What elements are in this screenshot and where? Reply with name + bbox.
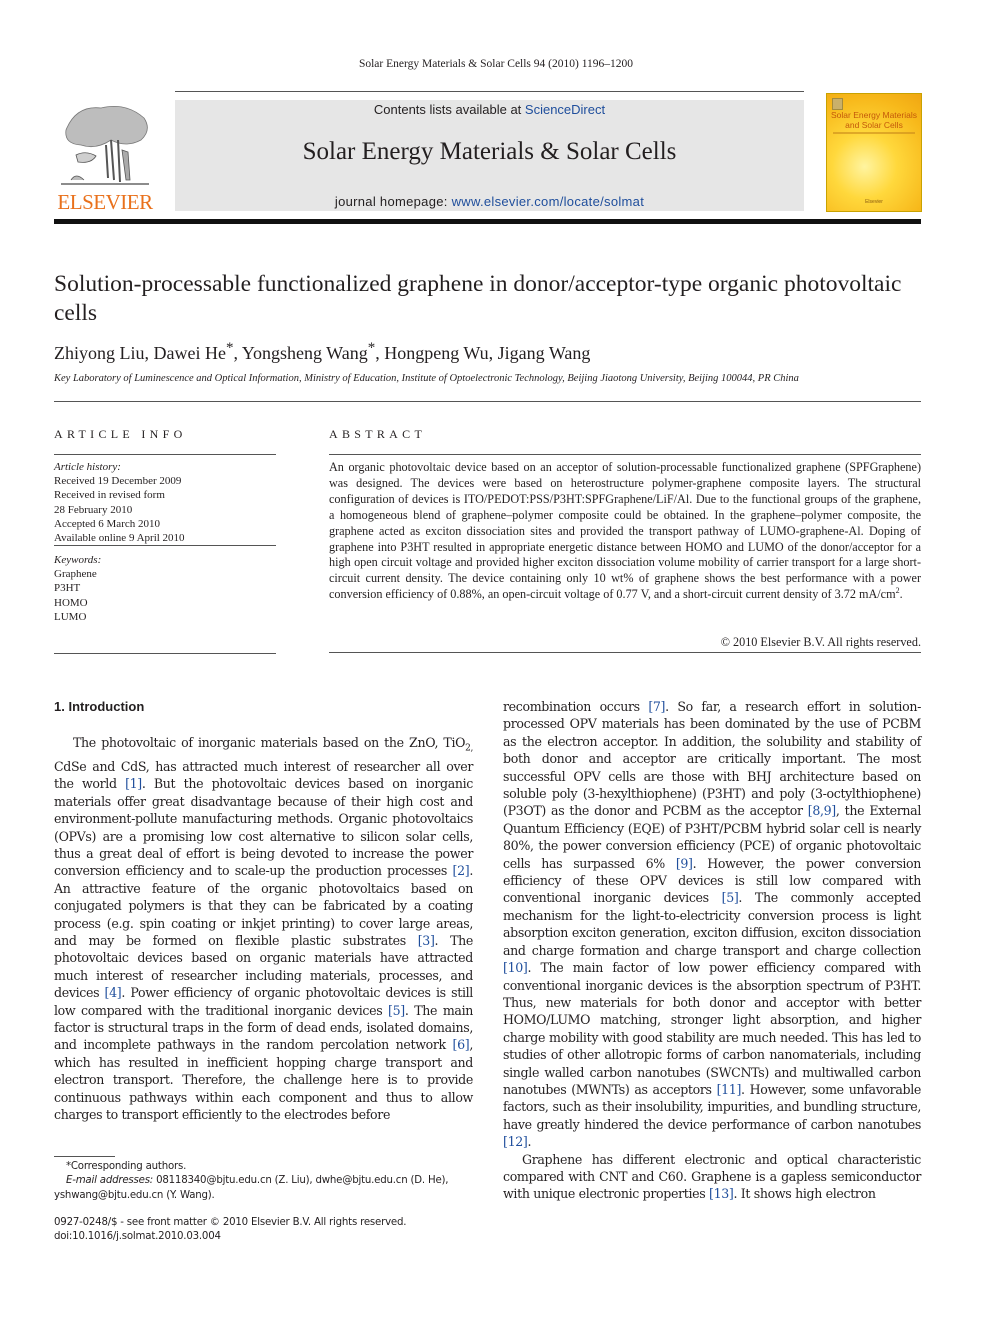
author-list: Zhiyong Liu, Dawei He*, Yongsheng Wang*,… [54, 340, 591, 363]
journal-homepage-link[interactable]: www.elsevier.com/locate/solmat [452, 194, 645, 209]
issn-line: 0927-0248/$ - see front matter © 2010 El… [54, 1217, 407, 1228]
running-head: Solar Energy Materials & Solar Cells 94 … [358, 58, 634, 70]
keywords-label: Keywords: [54, 554, 102, 566]
citation-link[interactable]: [12] [503, 1134, 528, 1149]
abstract-end: . [899, 587, 903, 602]
email-label: E-mail addresses: [66, 1175, 154, 1187]
body-column-right: recombination occurs [7]. So far, a rese… [503, 698, 921, 1203]
abstract-copyright: © 2010 Elsevier B.V. All rights reserved… [720, 635, 921, 649]
divider [54, 545, 276, 546]
keyword: LUMO [54, 610, 87, 623]
citation-link[interactable]: [9] [676, 856, 693, 871]
header-rule [175, 91, 804, 92]
citation-link[interactable]: [3] [418, 933, 435, 948]
citation-link[interactable]: [5] [722, 890, 739, 905]
corresponding-mark[interactable]: * [226, 340, 234, 356]
history-item: 28 February 2010 [54, 503, 133, 516]
citation-link[interactable]: [1] [125, 776, 142, 791]
citation-link[interactable]: [4] [105, 985, 122, 1000]
elsevier-logo[interactable]: ELSEVIER [54, 100, 156, 214]
author[interactable]: Hongpeng Wu [384, 343, 488, 363]
author[interactable]: Dawei He [154, 343, 226, 363]
section-heading-introduction: 1. Introduction [54, 699, 145, 714]
keywords: Keywords: Graphene P3HT HOMO LUMO [54, 553, 276, 624]
divider [329, 652, 921, 653]
corresponding-note: *Corresponding authors. [66, 1161, 187, 1172]
corresponding-mark[interactable]: * [368, 340, 376, 356]
divider [329, 454, 921, 455]
author[interactable]: Jigang Wang [498, 343, 591, 363]
publisher-logo-text: ELSEVIER [57, 190, 153, 214]
history-item: Received 19 December 2009 [54, 475, 182, 488]
journal-cover-image[interactable]: Solar Energy Materials and Solar Cells E… [826, 93, 922, 212]
journal-name: Solar Energy Materials & Solar Cells [302, 138, 677, 165]
elsevier-tree-icon [61, 105, 149, 185]
citation-link[interactable]: [7] [648, 699, 665, 714]
article-title: Solution-processable functionalized grap… [54, 271, 902, 326]
cover-publisher-badge-icon [832, 98, 843, 110]
divider [54, 454, 276, 455]
history-item: Accepted 6 March 2010 [54, 517, 160, 530]
citation-link[interactable]: [10] [503, 960, 528, 975]
homepage-prefix: journal homepage: [334, 194, 452, 209]
body-column-left: The photovoltaic of inorganic materials … [54, 734, 473, 1123]
front-matter: 0927-0248/$ - see front matter © 2010 El… [54, 1216, 474, 1245]
article-info-heading: ARTICLE INFO [54, 427, 187, 441]
abstract-heading: ABSTRACT [329, 427, 427, 441]
citation-link[interactable]: [11] [717, 1082, 742, 1097]
footnote-rule [54, 1156, 115, 1157]
paragraph: recombination occurs [7]. So far, a rese… [503, 699, 922, 1150]
author[interactable]: Yongsheng Wang [242, 343, 368, 363]
history-item: Received in revised form [54, 489, 165, 502]
affiliation: Key Laboratory of Luminescence and Optic… [54, 373, 799, 384]
history-item: Available online 9 April 2010 [54, 532, 185, 545]
citation-link[interactable]: [6] [453, 1037, 470, 1052]
cover-subtitle-bar [833, 132, 915, 134]
article-history: Article history: Received 19 December 20… [54, 460, 276, 545]
keyword: P3HT [54, 582, 81, 595]
abstract-body: An organic photovoltaic device based on … [329, 460, 921, 602]
sciencedirect-link[interactable]: ScienceDirect [525, 102, 605, 117]
subscript: 2, [465, 743, 473, 754]
contents-line: Contents lists available at ScienceDirec… [175, 102, 804, 117]
author[interactable]: Zhiyong Liu [54, 343, 145, 363]
masthead-divider [54, 219, 921, 224]
citation-link[interactable]: [13] [709, 1186, 734, 1201]
cover-publisher: Elsevier [865, 199, 883, 205]
doi[interactable]: doi:10.1016/j.solmat.2010.03.004 [54, 1230, 474, 1244]
history-label: Article history: [54, 461, 121, 473]
keyword: Graphene [54, 568, 97, 581]
journal-banner: Contents lists available at ScienceDirec… [175, 100, 804, 211]
citation-link[interactable]: [5] [388, 1003, 405, 1018]
paragraph: Graphene has different electronic and op… [503, 1151, 921, 1202]
cover-title: Solar Energy Materials and Solar Cells [831, 110, 917, 130]
divider [54, 653, 276, 654]
contents-prefix: Contents lists available at [373, 102, 525, 117]
homepage-line: journal homepage: www.elsevier.com/locat… [175, 194, 804, 209]
paragraph: The photovoltaic of inorganic materials … [54, 735, 474, 1123]
keyword: HOMO [54, 596, 88, 609]
abstract-text: An organic photovoltaic device based on … [329, 460, 921, 603]
citation-link[interactable]: [8,9] [808, 803, 836, 818]
footnote: *Corresponding authors. E-mail addresses… [54, 1160, 474, 1203]
citation-link[interactable]: [2] [453, 863, 470, 878]
divider [54, 401, 921, 402]
